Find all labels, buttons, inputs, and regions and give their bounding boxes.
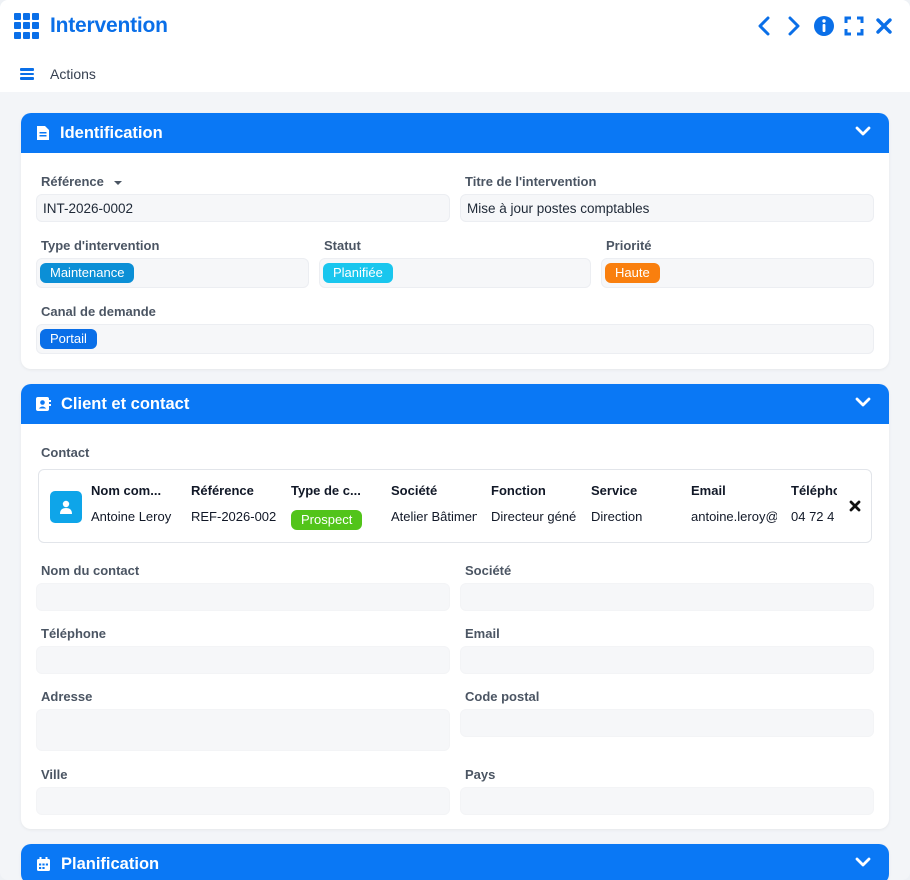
societe-field[interactable]: [460, 583, 874, 611]
identification-panel: Identification Référence INT-2026-0002 T…: [21, 113, 889, 369]
telephone-field[interactable]: [36, 646, 450, 674]
contact-col-header: Email: [691, 483, 726, 498]
actions-menu[interactable]: Actions: [20, 62, 96, 86]
contact-col-email: Email antoine.leroy@: [691, 470, 777, 544]
document-icon: [35, 125, 51, 141]
contact-societe: Atelier Bâtiment: [391, 509, 477, 524]
canal-field[interactable]: Portail: [36, 324, 874, 354]
planification-header[interactable]: Planification: [21, 844, 889, 880]
menu-icon: [20, 66, 34, 82]
nom-contact-label: Nom du contact: [41, 563, 140, 578]
fullscreen-icon: [844, 16, 864, 36]
client-contact-title: Client et contact: [61, 394, 190, 413]
pays-field[interactable]: [460, 787, 874, 815]
planification-title: Planification: [61, 854, 160, 873]
actions-label: Actions: [50, 66, 96, 82]
window-header: Intervention Actions: [0, 0, 910, 92]
contact-type-tag: Prospect: [291, 510, 363, 530]
societe-label: Société: [465, 563, 512, 578]
client-contact-header[interactable]: Client et contact: [21, 384, 889, 424]
info-icon: [814, 16, 834, 36]
priorite-field[interactable]: Haute: [601, 258, 874, 288]
identification-header[interactable]: Identification: [21, 113, 889, 153]
contact-reference: REF-2026-0021: [191, 509, 277, 524]
telephone-label: Téléphone: [41, 626, 107, 641]
next-button[interactable]: [782, 12, 806, 40]
code-postal-field[interactable]: [460, 709, 874, 737]
code-postal-label: Code postal: [465, 689, 540, 704]
contact-telephone: 04 72 4: [791, 509, 835, 524]
ville-label: Ville: [41, 767, 68, 782]
reference-field[interactable]: INT-2026-0002: [36, 194, 450, 222]
contact-col-nom: Nom com... Antoine Leroy: [91, 470, 177, 544]
titre-field[interactable]: Mise à jour postes comptables: [460, 194, 874, 222]
close-icon: [876, 18, 892, 34]
statut-tag: Planifiée: [323, 263, 393, 283]
contact-col-header: Nom com...: [91, 483, 162, 498]
pays-label: Pays: [465, 767, 496, 782]
canal-label: Canal de demande: [41, 304, 156, 319]
contact-col-header: Fonction: [491, 483, 546, 498]
contact-col-header: Service: [591, 483, 638, 498]
contact-col-header: Téléphone: [791, 483, 837, 498]
statut-label: Statut: [324, 238, 361, 253]
contact-col-header: Type de c...: [291, 483, 361, 498]
adresse-label: Adresse: [41, 689, 93, 704]
intervention-window: Intervention Actions Identification Réfé…: [0, 0, 910, 880]
contact-col-fonction: Fonction Directeur général: [491, 470, 577, 544]
statut-field[interactable]: Planifiée: [319, 258, 591, 288]
email-field[interactable]: [460, 646, 874, 674]
contact-fonction: Directeur général: [491, 509, 577, 524]
contact-card-icon: [35, 396, 51, 412]
contact-col-societe: Société Atelier Bâtiment: [391, 470, 477, 544]
fullscreen-button[interactable]: [842, 12, 866, 40]
chevron-down-icon[interactable]: [855, 125, 871, 137]
user-icon: [50, 491, 82, 523]
titre-label: Titre de l'intervention: [465, 174, 597, 189]
remove-icon: [849, 500, 861, 512]
identification-title: Identification: [60, 123, 163, 142]
contact-nom: Antoine Leroy: [91, 509, 172, 524]
client-contact-panel: Client et contact Contact Nom com... Ant…: [21, 384, 889, 829]
priorite-tag: Haute: [605, 263, 660, 283]
nom-contact-field[interactable]: [36, 583, 450, 611]
type-label: Type d'intervention: [41, 238, 160, 253]
title-row: Intervention: [14, 12, 168, 40]
chevron-down-icon[interactable]: [855, 856, 871, 868]
type-field[interactable]: Maintenance: [36, 258, 309, 288]
ville-field[interactable]: [36, 787, 450, 815]
contact-col-header: Référence: [191, 483, 254, 498]
adresse-field[interactable]: [36, 709, 450, 751]
info-button[interactable]: [812, 12, 836, 40]
contact-email: antoine.leroy@: [691, 509, 777, 524]
chevron-right-icon: [788, 16, 800, 36]
chevron-down-icon[interactable]: [855, 396, 871, 408]
email-label: Email: [465, 626, 500, 641]
chevron-left-icon: [758, 16, 770, 36]
caret-down-icon[interactable]: [113, 179, 123, 187]
previous-button[interactable]: [752, 12, 776, 40]
header-actions: [752, 12, 896, 40]
window-title: Intervention: [50, 14, 168, 37]
type-tag: Maintenance: [40, 263, 135, 283]
grid-icon[interactable]: [14, 13, 40, 39]
contact-col-header: Société: [391, 483, 438, 498]
remove-contact-button[interactable]: [847, 496, 863, 516]
canal-tag: Portail: [40, 329, 97, 349]
contact-col-type: Type de c... Prospect: [291, 470, 377, 544]
planification-panel: Planification: [21, 844, 889, 880]
contact-col-service: Service Direction: [591, 470, 677, 544]
calendar-icon: [35, 856, 51, 872]
contact-label: Contact: [41, 445, 90, 460]
contact-col-telephone: Téléphone 04 72 4: [791, 470, 837, 544]
reference-label: Référence: [41, 174, 123, 189]
close-button[interactable]: [872, 12, 896, 40]
contact-col-reference: Référence REF-2026-0021: [191, 470, 277, 544]
contact-row[interactable]: Nom com... Antoine Leroy Référence REF-2…: [38, 469, 872, 543]
contact-service: Direction: [591, 509, 643, 524]
priorite-label: Priorité: [606, 238, 652, 253]
